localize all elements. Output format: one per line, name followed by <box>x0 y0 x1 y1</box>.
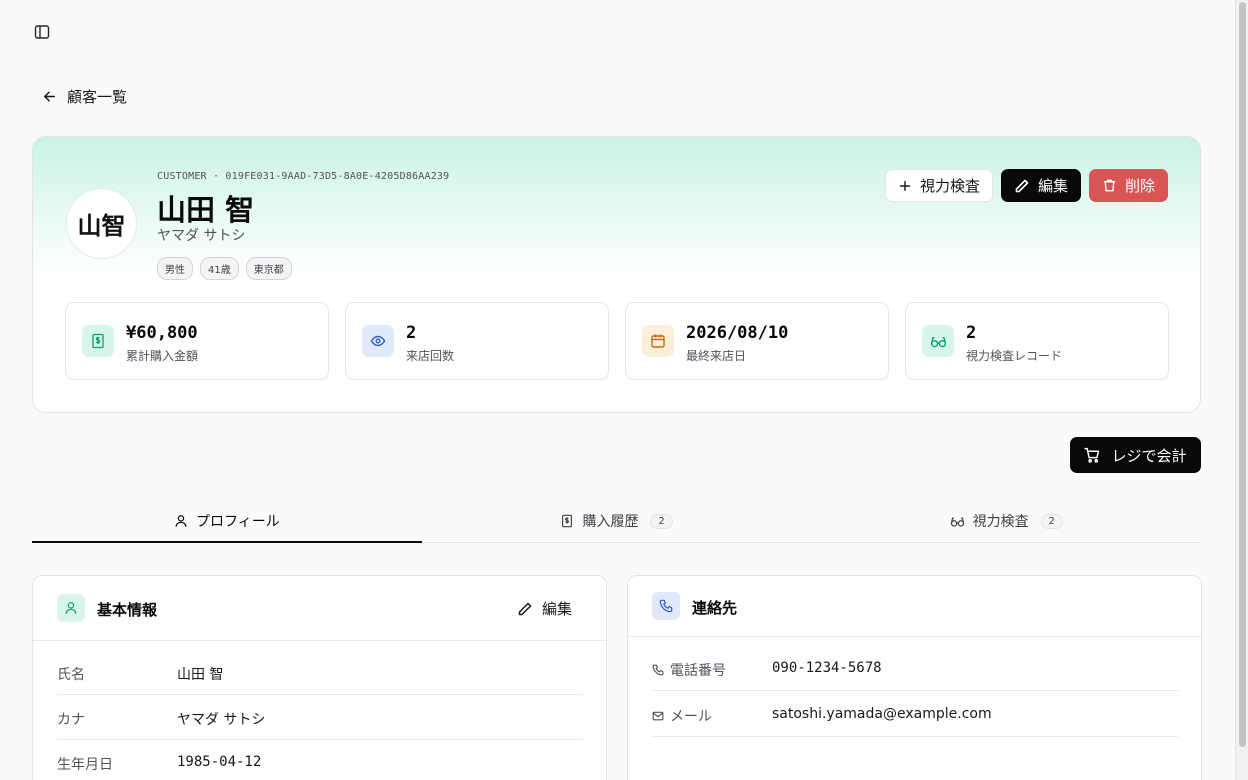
stat-label: 来店回数 <box>406 349 455 363</box>
eye-icon <box>362 325 394 357</box>
delete-customer-button[interactable]: 削除 <box>1088 169 1168 202</box>
edit-customer-button[interactable]: 編集 <box>1000 169 1081 202</box>
tab-purchase-history[interactable]: 購入履歴 2 <box>422 500 812 542</box>
mail-icon <box>652 710 664 722</box>
row-label: カナ <box>57 712 85 728</box>
back-to-customer-list[interactable]: 顧客一覧 <box>42 86 127 107</box>
add-vision-test-button[interactable]: 視力検査 <box>884 169 993 202</box>
info-row-kana: カナ ヤマダ サトシ <box>57 694 583 740</box>
tab-label: 購入履歴 <box>582 514 639 530</box>
row-value: ヤマダ サトシ <box>177 712 266 728</box>
calendar-icon <box>642 325 674 357</box>
page-scrollbar[interactable] <box>1235 0 1248 780</box>
receipt-icon <box>82 325 114 357</box>
tag-age: 41歳 <box>200 257 239 280</box>
arrow-left-icon <box>42 89 57 104</box>
row-label: 氏名 <box>57 667 85 683</box>
receipt-icon <box>560 514 574 528</box>
header-actions: 視力検査 編集 削除 <box>884 169 1168 202</box>
customer-tags: 男性 41歳 東京都 <box>157 257 292 280</box>
tag-region: 東京都 <box>245 257 292 280</box>
checkout-label: レジで会計 <box>1111 446 1187 465</box>
trash-icon <box>1102 178 1117 193</box>
avatar: 山智 <box>66 188 137 259</box>
info-row-name: 氏名 山田 智 <box>57 649 583 695</box>
contact-row-email: メール satoshi.yamada@example.com <box>652 691 1178 737</box>
customer-name: 山田 智 <box>157 193 255 227</box>
shopping-cart-icon <box>1084 447 1101 464</box>
user-icon <box>174 514 188 528</box>
edit-customer-label: 編集 <box>1037 177 1068 195</box>
contact-title: 連絡先 <box>692 599 738 617</box>
stat-label: 累計購入金額 <box>126 349 199 363</box>
checkout-at-register-button[interactable]: レジで会計 <box>1070 437 1201 473</box>
tab-label: 視力検査 <box>972 514 1029 530</box>
stat-label: 視力検査レコード <box>966 349 1063 363</box>
tag-gender: 男性 <box>157 257 193 280</box>
edit-label: 編集 <box>541 600 572 618</box>
glasses-icon <box>950 514 965 529</box>
phone-icon <box>652 592 680 620</box>
contact-row-phone: 電話番号 090-1234-5678 <box>652 645 1178 691</box>
delete-customer-label: 削除 <box>1124 177 1155 195</box>
pencil-icon <box>1014 178 1030 194</box>
stat-value: 2 <box>966 323 977 343</box>
phone-icon <box>652 664 664 676</box>
row-value: 山田 智 <box>177 667 224 683</box>
add-vision-test-label: 視力検査 <box>919 177 980 195</box>
customer-kana: ヤマダ サトシ <box>157 228 246 244</box>
user-icon <box>57 594 85 622</box>
basic-info-header: 基本情報 編集 <box>33 576 606 641</box>
pencil-icon <box>517 601 533 617</box>
tab-label: プロフィール <box>195 514 280 530</box>
tab-profile[interactable]: プロフィール <box>32 500 422 543</box>
plus-icon <box>898 179 912 193</box>
contact-card: 連絡先 電話番号 090-1234-5678 メール satoshi.yamad… <box>627 575 1202 780</box>
stat-vision-records: 2 視力検査レコード <box>905 302 1169 380</box>
stat-value: 2026/08/10 <box>686 323 789 343</box>
phone-value: 090-1234-5678 <box>772 660 882 676</box>
contact-header: 連絡先 <box>628 576 1201 637</box>
row-label: メール <box>652 706 712 726</box>
basic-info-card: 基本情報 編集 氏名 山田 智 カナ ヤマダ サトシ 生年月日 1985-04-… <box>32 575 607 780</box>
back-link-label: 顧客一覧 <box>67 88 128 106</box>
customer-id: CUSTOMER · 019FE031-9AAD-73D5-8A0E-4205D… <box>157 171 450 182</box>
stat-total-purchase: ¥60,800 累計購入金額 <box>65 302 329 380</box>
row-label: 生年月日 <box>57 757 113 773</box>
stat-value: ¥60,800 <box>126 323 198 343</box>
glasses-icon <box>922 325 954 357</box>
tab-count-badge: 2 <box>650 513 673 529</box>
stat-value: 2 <box>406 323 417 343</box>
scrollbar-thumb[interactable] <box>1239 2 1246 747</box>
stat-last-visit: 2026/08/10 最終来店日 <box>625 302 889 380</box>
stat-visit-count: 2 来店回数 <box>345 302 609 380</box>
tab-count-badge: 2 <box>1040 513 1063 529</box>
phone-label: 電話番号 <box>670 663 726 679</box>
customer-tabs: プロフィール 購入履歴 2 視力検査 2 <box>32 500 1201 543</box>
email-label: メール <box>670 709 712 725</box>
edit-basic-info-button[interactable]: 編集 <box>517 598 572 619</box>
customer-header-card: 山智 CUSTOMER · 019FE031-9AAD-73D5-8A0E-42… <box>32 136 1201 413</box>
info-row-birthdate: 生年月日 1985-04-12 <box>57 739 583 780</box>
basic-info-title: 基本情報 <box>97 601 158 619</box>
sidebar-toggle-icon[interactable] <box>34 24 50 40</box>
stats-row: ¥60,800 累計購入金額 2 来店回数 2026/08/10 最終来店日 2… <box>65 302 1169 380</box>
row-value: 1985-04-12 <box>177 754 262 770</box>
row-label: 電話番号 <box>652 660 726 680</box>
tab-vision-tests[interactable]: 視力検査 2 <box>811 500 1201 542</box>
email-value: satoshi.yamada@example.com <box>772 706 992 722</box>
stat-label: 最終来店日 <box>686 349 747 363</box>
